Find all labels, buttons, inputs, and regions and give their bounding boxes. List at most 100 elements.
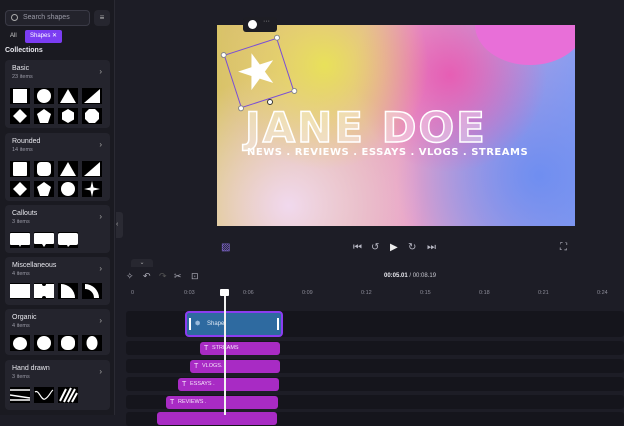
filter-icon: ≡ <box>99 13 105 22</box>
text-clip-reviews[interactable]: T REVIEWS . <box>166 396 278 409</box>
ruler-tick: 0:15 <box>420 290 431 296</box>
text-clip-vlogs[interactable]: T VLOGS. <box>190 360 280 373</box>
shapes-chip[interactable]: Shapes ✕ <box>25 30 63 43</box>
ruler-tick: 0:09 <box>302 290 313 296</box>
square-shape[interactable] <box>10 88 30 104</box>
canvas-subtitle-text[interactable]: NEWS . REVIEWS . ESSAYS . VLOGS . STREAM… <box>247 147 528 158</box>
notched-shape[interactable] <box>34 283 54 299</box>
collapse-panel-handle[interactable]: ‹ <box>116 212 123 238</box>
timecode: 00:05.01 / 00:08.19 <box>384 273 436 279</box>
shape-clip[interactable]: ⬢ Shape <box>185 311 283 337</box>
chevron-right-icon[interactable]: › <box>99 67 102 76</box>
more-icon[interactable]: ··· <box>263 18 270 25</box>
ruler-tick: 0:12 <box>361 290 372 296</box>
trim-handle-left[interactable] <box>189 318 191 330</box>
undo-icon[interactable]: ↶ <box>143 271 151 282</box>
ruler-tick: 0 <box>131 290 135 296</box>
close-icon[interactable]: ✕ <box>52 33 57 39</box>
collection-name: Rounded <box>12 138 41 145</box>
collection-rounded[interactable]: Rounded 14 items › <box>5 133 110 201</box>
clip-label: ESSAYS . <box>190 381 215 387</box>
collection-miscellaneous[interactable]: Miscellaneous 4 items › <box>5 257 110 305</box>
color-swatch[interactable] <box>248 20 257 29</box>
square-shape[interactable] <box>10 161 30 177</box>
collection-name: Basic <box>12 65 30 72</box>
fullscreen-icon[interactable]: ⛶ <box>560 242 567 253</box>
callout-shape[interactable] <box>34 232 54 248</box>
callout-shape[interactable] <box>58 232 78 248</box>
squiggle-shape[interactable] <box>34 387 54 403</box>
collection-name: Organic <box>12 314 37 321</box>
hexagon-shape[interactable] <box>58 108 78 124</box>
collapse-timeline-button[interactable]: ⌄ <box>131 259 153 267</box>
filter-button[interactable]: ≡ <box>94 10 110 26</box>
text-clip-streams[interactable]: TSTREAMS <box>200 342 280 355</box>
triangle-shape[interactable] <box>58 88 78 104</box>
skip-end-icon[interactable]: ⏭ <box>427 242 436 253</box>
rounded-square-shape[interactable] <box>34 161 54 177</box>
sparkle-shape[interactable] <box>82 181 102 197</box>
rectangle-shape[interactable] <box>10 283 30 299</box>
arc-shape[interactable] <box>82 283 102 299</box>
shapes-panel: Search shapes ≡ All Shapes ✕ Collections… <box>0 0 115 415</box>
chevron-right-icon[interactable]: › <box>99 212 102 221</box>
collection-count: 23 items <box>12 74 33 80</box>
hatch-shape[interactable] <box>58 387 78 403</box>
diamond-shape[interactable] <box>10 181 30 197</box>
callout-shape[interactable] <box>10 232 30 248</box>
chevron-right-icon[interactable]: › <box>99 367 102 376</box>
collection-name: Hand drawn <box>12 365 50 372</box>
collection-basic[interactable]: Basic 23 items › <box>5 60 110 128</box>
collection-hand-drawn[interactable]: Hand drawn 3 items › <box>5 360 110 410</box>
blob-shape[interactable] <box>34 335 54 351</box>
split-icon[interactable]: ✂ <box>174 271 182 282</box>
circle-shape[interactable] <box>34 88 54 104</box>
octagon-shape[interactable] <box>58 181 78 197</box>
magic-icon[interactable]: ✧ <box>126 271 134 282</box>
delete-icon[interactable]: ⊡ <box>191 271 199 282</box>
layout-icon[interactable]: ▨ <box>221 242 230 253</box>
shape-icon: ⬢ <box>195 321 201 327</box>
clip-label: REVIEWS . <box>178 399 207 405</box>
blob-shape[interactable] <box>10 335 30 351</box>
rotate-handle[interactable] <box>267 99 273 105</box>
collection-name: Miscellaneous <box>12 262 57 269</box>
collection-callouts[interactable]: Callouts 3 items › <box>5 205 110 253</box>
chevron-right-icon[interactable]: › <box>99 316 102 325</box>
blob-shape[interactable] <box>82 335 102 351</box>
pentagon-shape[interactable] <box>34 181 54 197</box>
ruler-tick: 0:24 <box>597 290 608 296</box>
trim-handle-right[interactable] <box>277 318 279 330</box>
search-input[interactable]: Search shapes <box>5 10 90 26</box>
chevron-right-icon[interactable]: › <box>99 264 102 273</box>
text-icon: T <box>194 363 199 370</box>
redo-icon: ↷ <box>159 271 167 281</box>
chevron-right-icon[interactable]: › <box>99 140 102 149</box>
forward-5-icon[interactable]: ↻ <box>408 242 416 253</box>
play-button[interactable]: ▶ <box>390 242 398 253</box>
rewind-5-icon[interactable]: ↺ <box>371 242 379 253</box>
text-clip[interactable] <box>157 412 277 425</box>
diamond-shape[interactable] <box>10 108 30 124</box>
text-icon: T <box>182 381 187 388</box>
playhead[interactable] <box>224 292 226 415</box>
filter-all[interactable]: All <box>10 33 17 39</box>
triangle-shape[interactable] <box>58 161 78 177</box>
canvas-title-text[interactable]: JANE DOE <box>244 102 487 153</box>
pentagon-shape[interactable] <box>34 108 54 124</box>
blob-shape[interactable] <box>58 335 78 351</box>
octagon-shape[interactable] <box>82 108 102 124</box>
quarter-circle-shape[interactable] <box>58 283 78 299</box>
collection-count: 3 items <box>12 219 30 225</box>
skip-start-icon[interactable]: ⏮ <box>353 242 362 253</box>
text-clip-essays[interactable]: T ESSAYS . <box>178 378 279 391</box>
pink-blob <box>475 25 575 65</box>
collection-organic[interactable]: Organic 4 items › <box>5 309 110 355</box>
ruler-tick: 0:03 <box>184 290 195 296</box>
right-triangle-shape[interactable] <box>82 161 102 177</box>
ruler-tick: 0:06 <box>243 290 254 296</box>
right-triangle-shape[interactable] <box>82 88 102 104</box>
ruler-tick: 0:21 <box>538 290 549 296</box>
lines-shape[interactable] <box>10 387 30 403</box>
playhead-knob[interactable] <box>220 289 229 296</box>
